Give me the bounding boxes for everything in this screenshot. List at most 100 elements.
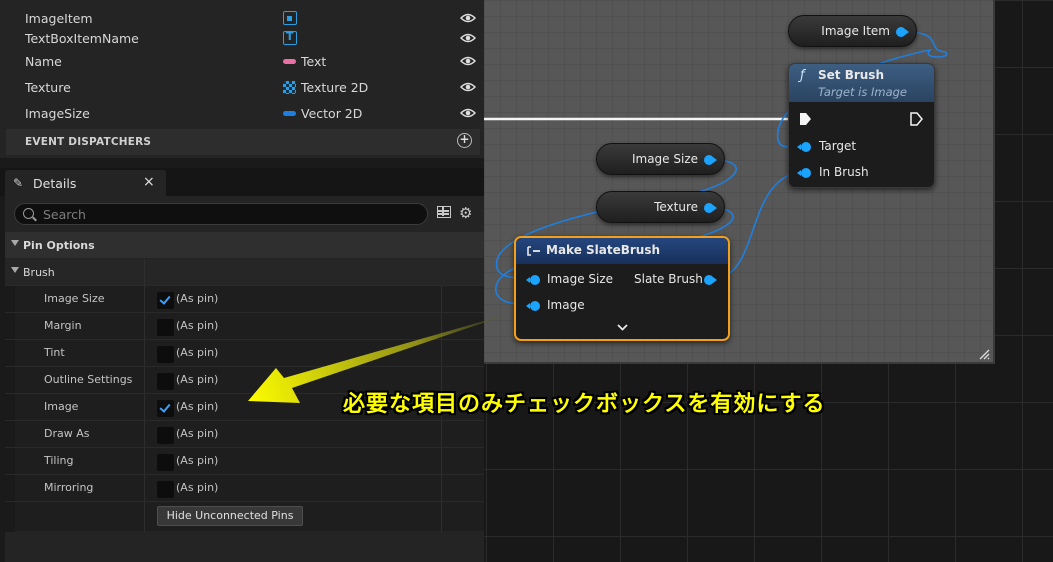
pin-label: Mirroring bbox=[44, 481, 94, 494]
category-pin-options[interactable]: Pin Options bbox=[5, 232, 484, 258]
chevron-down-icon[interactable] bbox=[617, 324, 628, 331]
pencil-icon: ✎ bbox=[13, 176, 24, 190]
pin-row-margin: Margin (As pin) bbox=[5, 312, 484, 340]
text-widget-icon bbox=[283, 30, 297, 45]
variable-name: ImageSize bbox=[25, 106, 90, 121]
close-icon[interactable]: × bbox=[143, 174, 155, 190]
pin-checkbox[interactable] bbox=[157, 400, 174, 417]
exec-out-pin[interactable] bbox=[910, 112, 923, 126]
getter-texture[interactable]: Texture bbox=[596, 191, 725, 223]
pin-label: Margin bbox=[44, 319, 82, 332]
search-placeholder: Search bbox=[43, 207, 86, 222]
as-pin-label: (As pin) bbox=[176, 346, 219, 359]
details-tabbar: ✎ Details × bbox=[0, 168, 484, 197]
tab-details[interactable]: ✎ Details × bbox=[5, 170, 166, 197]
hide-unconnected-pins-button[interactable]: Hide Unconnected Pins bbox=[157, 506, 303, 526]
eye-icon[interactable] bbox=[459, 12, 477, 27]
pink-pill-icon bbox=[283, 59, 296, 64]
target-pin[interactable] bbox=[797, 142, 811, 152]
annotation-text: 必要な項目のみチェックボックスを有効にする bbox=[343, 392, 826, 417]
eye-icon[interactable] bbox=[459, 32, 477, 47]
exec-in-pin[interactable] bbox=[799, 112, 812, 126]
in-brush-pin[interactable] bbox=[797, 168, 811, 178]
set-brush-subtitle: Target is Image bbox=[818, 85, 907, 99]
category-brush[interactable]: Brush bbox=[5, 259, 484, 285]
variable-row[interactable]: Texture Texture 2D bbox=[0, 75, 484, 100]
variable-type[interactable] bbox=[283, 11, 297, 25]
getter-label: Image Size bbox=[631, 152, 698, 166]
gear-icon[interactable]: ⚙ bbox=[459, 204, 472, 222]
variable-row[interactable]: TextBoxItemName bbox=[0, 26, 484, 51]
as-pin-label: (As pin) bbox=[176, 292, 219, 305]
eye-icon[interactable] bbox=[459, 81, 477, 96]
blue-pill-icon bbox=[283, 111, 296, 116]
pin-label: Tiling bbox=[44, 454, 74, 467]
image-pin[interactable] bbox=[526, 301, 540, 311]
variable-type[interactable] bbox=[283, 30, 297, 45]
category-label: Pin Options bbox=[23, 239, 95, 252]
pin-row-tiling: Tiling (As pin) bbox=[5, 447, 484, 475]
in-brush-pin-label: In Brush bbox=[819, 165, 869, 179]
variable-type[interactable]: Texture 2D bbox=[283, 80, 368, 95]
pin-checkbox[interactable] bbox=[157, 427, 174, 444]
pin-row-mirroring: Mirroring (As pin) bbox=[5, 474, 484, 502]
eye-icon[interactable] bbox=[459, 107, 477, 122]
pin-checkbox[interactable] bbox=[157, 373, 174, 390]
as-pin-label: (As pin) bbox=[176, 319, 219, 332]
set-brush-title: Set Brush bbox=[818, 68, 884, 82]
pin-label: Draw As bbox=[44, 427, 90, 440]
slate-brush-out-pin[interactable] bbox=[704, 275, 717, 285]
output-pin[interactable] bbox=[704, 203, 717, 213]
slate-brush-pin-label: Slate Brush bbox=[634, 272, 703, 286]
target-pin-label: Target bbox=[819, 139, 857, 153]
getter-image-size[interactable]: Image Size bbox=[596, 143, 725, 175]
search-icon bbox=[23, 208, 34, 219]
make-slatebrush-node[interactable]: Make SlateBrush Image Size Slate Brush I… bbox=[514, 236, 730, 341]
as-pin-label: (As pin) bbox=[176, 373, 219, 386]
pin-row-draw-as: Draw As (As pin) bbox=[5, 420, 484, 448]
pin-label: Outline Settings bbox=[44, 373, 133, 386]
pin-checkbox[interactable] bbox=[157, 346, 174, 363]
variable-type-label: Texture 2D bbox=[301, 80, 369, 95]
pin-row-tint: Tint (As pin) bbox=[5, 339, 484, 367]
category-label: Brush bbox=[23, 266, 55, 279]
getter-label: Texture bbox=[654, 200, 698, 214]
variable-row[interactable]: ImageSize Vector 2D bbox=[0, 101, 484, 126]
output-pin[interactable] bbox=[896, 27, 909, 37]
getter-image-item[interactable]: Image Item bbox=[788, 15, 917, 47]
as-pin-label: (As pin) bbox=[176, 400, 219, 413]
tab-details-label: Details bbox=[33, 176, 77, 191]
add-dispatcher-icon[interactable]: + bbox=[457, 133, 472, 148]
getter-label: Image Item bbox=[821, 24, 890, 38]
eye-icon[interactable] bbox=[459, 55, 477, 70]
image-size-pin-label: Image Size bbox=[547, 272, 614, 286]
make-slatebrush-title: Make SlateBrush bbox=[546, 243, 661, 257]
expand-arrow-icon bbox=[11, 267, 19, 273]
set-brush-node[interactable]: ƒ Set Brush Target is Image Target In Br… bbox=[788, 63, 935, 188]
pin-checkbox[interactable] bbox=[157, 319, 174, 336]
variable-row[interactable]: Name Text bbox=[0, 49, 484, 74]
image-size-pin[interactable] bbox=[526, 275, 540, 285]
pin-label: Image bbox=[44, 400, 79, 413]
output-pin[interactable] bbox=[704, 155, 717, 165]
pin-label: Image Size bbox=[44, 292, 105, 305]
variable-type[interactable]: Text bbox=[283, 54, 326, 69]
texture-checker-icon bbox=[283, 81, 296, 94]
event-dispatchers-header[interactable]: EVENT DISPATCHERS + bbox=[6, 129, 480, 155]
variable-name: TextBoxItemName bbox=[25, 31, 139, 46]
pin-checkbox[interactable] bbox=[157, 454, 174, 471]
pin-checkbox[interactable] bbox=[157, 481, 174, 498]
variable-name: Name bbox=[25, 54, 62, 69]
variable-type[interactable]: Vector 2D bbox=[283, 106, 362, 121]
table-view-icon[interactable] bbox=[437, 206, 451, 218]
editor-window: ImageItem TextBoxItemName Name Text Text… bbox=[0, 0, 1053, 562]
variable-type-label: Vector 2D bbox=[301, 106, 363, 121]
resize-grip-icon[interactable] bbox=[978, 348, 990, 360]
image-widget-icon bbox=[283, 11, 297, 25]
variable-type-label: Text bbox=[301, 54, 327, 69]
pin-checkbox[interactable] bbox=[157, 292, 174, 309]
make-struct-icon bbox=[527, 246, 540, 256]
search-input[interactable]: Search bbox=[14, 203, 428, 225]
details-panel: Search ⚙ Pin Options Brush Image Size (A… bbox=[5, 196, 484, 562]
function-icon: ƒ bbox=[800, 68, 805, 83]
